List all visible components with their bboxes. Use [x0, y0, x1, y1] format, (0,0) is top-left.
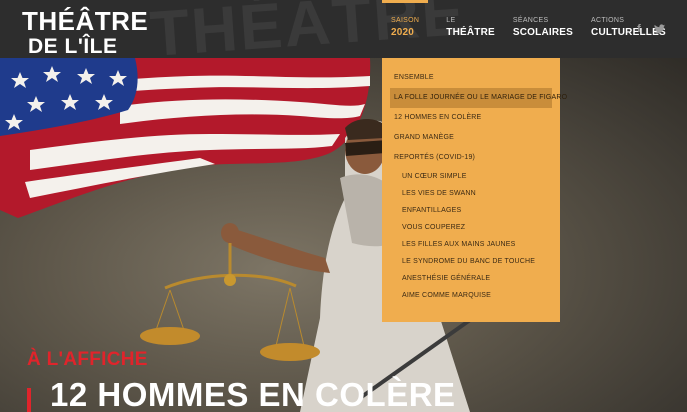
dropdown-subitem[interactable]: ANESTHÉSIE GÉNÉRALE — [382, 270, 560, 287]
saison-dropdown-menu: ENSEMBLE LA FOLLE JOURNÉE OU LE MARIAGE … — [382, 58, 567, 322]
nav-item-seances-scolaires[interactable]: SÉANCES SCOLAIRES — [513, 0, 573, 58]
nav-item-label: SCOLAIRES — [512, 27, 574, 38]
nav-item-small-label: SAISON — [391, 17, 420, 24]
dropdown-item-ensemble[interactable]: ENSEMBLE — [382, 68, 560, 88]
now-showing-label: À L'AFFICHE — [27, 349, 148, 370]
social-links: f — [633, 23, 665, 35]
dropdown-subitem[interactable]: LES FILLES AUX MAINS JAUNES — [382, 236, 560, 253]
scale-pan-right — [260, 343, 320, 361]
dropdown-subitem[interactable]: UN CŒUR SIMPLE — [382, 168, 560, 185]
nav-item-small-label: LE — [446, 17, 456, 24]
dropdown-item-12-hommes[interactable]: 12 HOMMES EN COLÈRE — [382, 108, 560, 128]
logo-line-2: DE L'ÎLE — [28, 35, 118, 58]
site-header: THÉÂTRE THÉÂTRE DE L'ÎLE SAISON 2020 LE … — [0, 0, 687, 58]
nav-item-label: THÉÂTRE — [446, 27, 495, 38]
dropdown-subitem[interactable]: VOUS COUPEREZ — [382, 219, 560, 236]
scale-pan-left — [140, 327, 200, 345]
dropdown-subitem[interactable]: AIME COMME MARQUISE — [382, 287, 560, 304]
dropdown-item-grand-manege[interactable]: GRAND MANÈGE — [382, 128, 560, 148]
dropdown-subitem[interactable]: LE SYNDROME DU BANC DE TOUCHE — [382, 253, 560, 270]
nav-item-theatre[interactable]: LE THÉÂTRE — [446, 0, 495, 58]
dropdown-subitem[interactable]: ENFANTILLAGES — [382, 202, 560, 219]
facebook-glyph: f — [637, 23, 641, 35]
logo-line-1: THÉÂTRE — [22, 6, 149, 36]
nav-item-label: 2020 — [391, 27, 415, 38]
site-logo[interactable]: THÉÂTRE DE L'ÎLE — [22, 8, 148, 57]
dropdown-subitem[interactable]: LES VIES DE SWANN — [382, 185, 560, 202]
twitter-bird — [653, 24, 665, 34]
flag-illustration — [0, 58, 371, 218]
dropdown-item-reportes[interactable]: REPORTÉS (COVID-19) — [382, 148, 560, 168]
twitter-icon[interactable] — [653, 23, 665, 35]
dropdown-item-figaro[interactable]: LA FOLLE JOURNÉE OU LE MARIAGE DE FIGARO — [390, 88, 567, 108]
facebook-icon[interactable]: f — [633, 23, 645, 35]
nav-item-saison[interactable]: SAISON 2020 — [382, 0, 429, 58]
title-accent-bar — [27, 388, 31, 412]
featured-play-title[interactable]: 12 HOMMES EN COLÈRE — [50, 376, 456, 412]
nav-item-small-label: SÉANCES — [512, 17, 549, 24]
